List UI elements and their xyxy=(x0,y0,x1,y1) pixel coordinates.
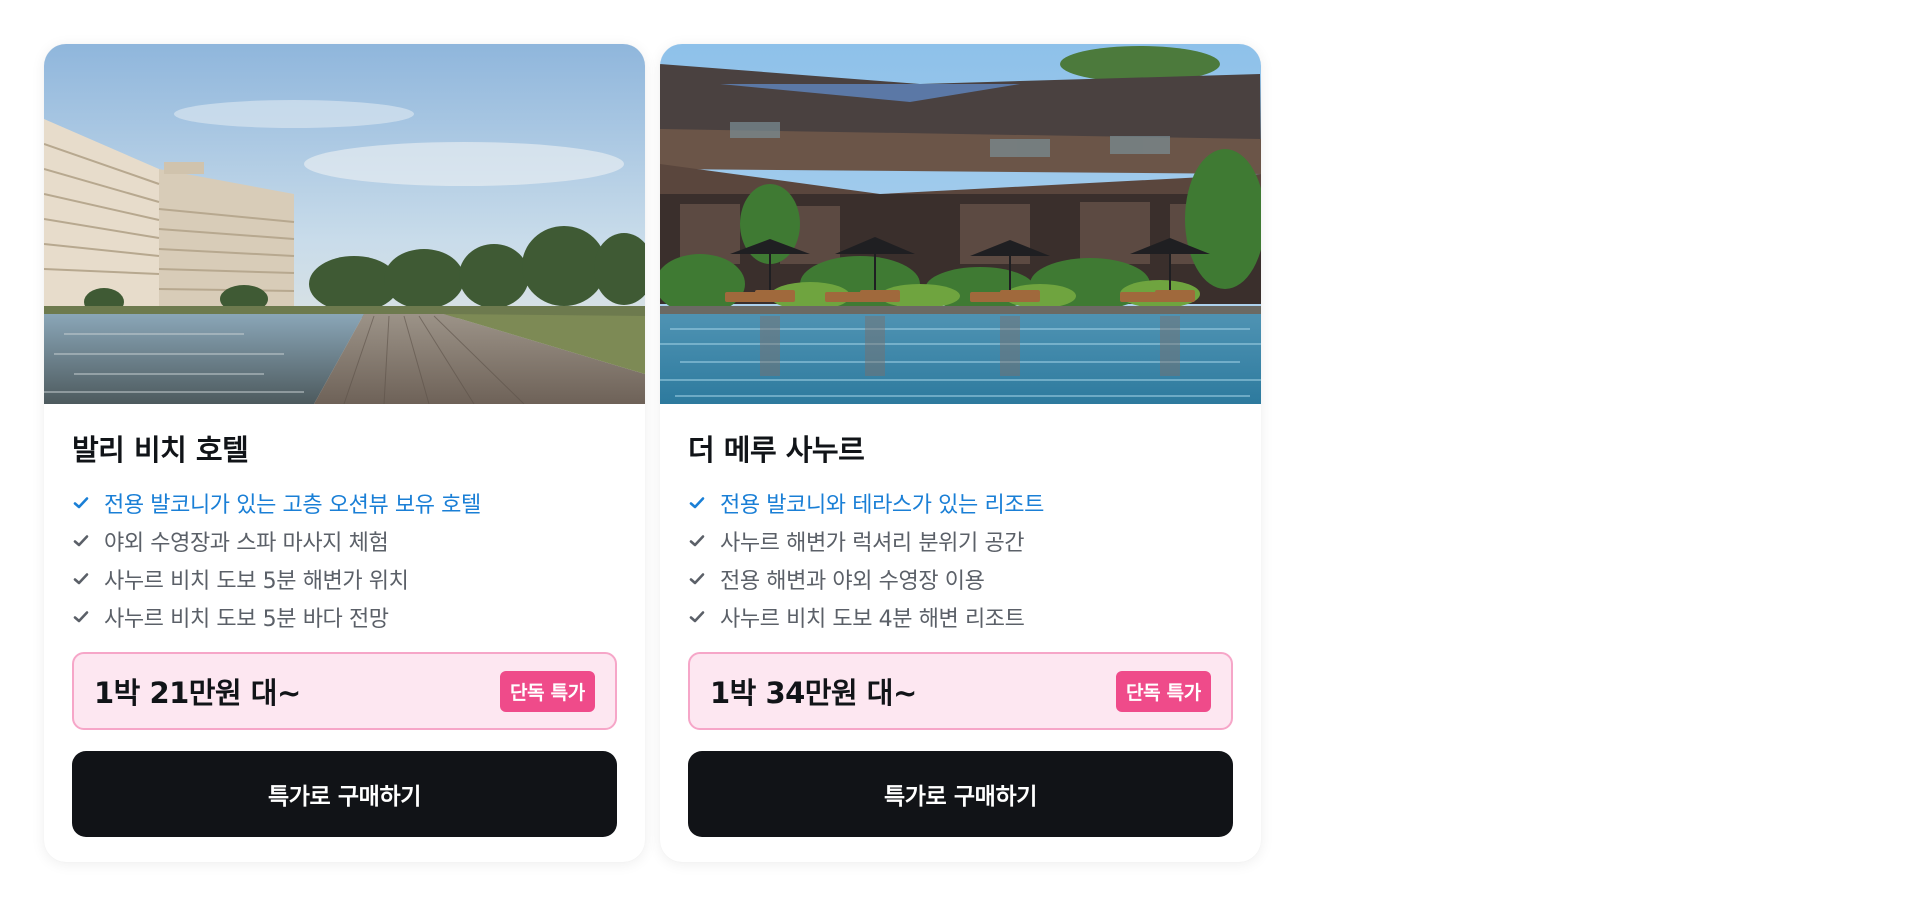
beach-hotel-photo xyxy=(44,44,645,404)
price-box: 1박 34만원 대~ 단독 특가 xyxy=(688,652,1233,730)
hotel-name: 더 메루 사누르 xyxy=(688,433,865,467)
feature-text: 사누르 해변가 럭셔리 분위기 공간 xyxy=(720,531,1025,556)
buy-deal-button[interactable]: 특가로 구매하기 xyxy=(688,751,1233,837)
hotel-photo[interactable] xyxy=(44,44,645,404)
feature-item: 사누르 비치 도보 4분 해변 리조트 xyxy=(688,598,1233,636)
check-icon xyxy=(689,535,705,547)
feature-text: 사누르 비치 도보 5분 해변가 위치 xyxy=(104,569,409,594)
feature-item: 사누르 비치 도보 5분 바다 전망 xyxy=(72,598,617,636)
feature-item: 전용 발코니와 테라스가 있는 리조트 xyxy=(688,484,1233,522)
hotel-name: 발리 비치 호텔 xyxy=(72,433,249,467)
check-icon xyxy=(689,573,705,585)
feature-item: 사누르 해변가 럭셔리 분위기 공간 xyxy=(688,522,1233,560)
feature-text: 야외 수영장과 스파 마사지 체험 xyxy=(104,531,389,556)
hotel-photo[interactable] xyxy=(660,44,1261,404)
feature-item: 사누르 비치 도보 5분 해변가 위치 xyxy=(72,560,617,598)
price-box: 1박 21만원 대~ 단독 특가 xyxy=(72,652,617,730)
buy-deal-button[interactable]: 특가로 구매하기 xyxy=(72,751,617,837)
price-text: 1박 21만원 대~ xyxy=(94,676,301,710)
resort-pool-photo xyxy=(660,44,1261,404)
feature-list: 전용 발코니가 있는 고층 오션뷰 보유 호텔 야외 수영장과 스파 마사지 체… xyxy=(72,484,617,636)
price-text: 1박 34만원 대~ xyxy=(710,676,917,710)
check-icon xyxy=(689,611,705,623)
feature-text: 전용 해변과 야외 수영장 이용 xyxy=(720,569,985,594)
feature-text: 사누르 비치 도보 5분 바다 전망 xyxy=(104,607,389,632)
hotel-card-meru-sanur[interactable]: 더 메루 사누르 전용 발코니와 테라스가 있는 리조트 사누르 해변가 럭셔리… xyxy=(660,44,1261,862)
feature-item: 전용 해변과 야외 수영장 이용 xyxy=(688,560,1233,598)
check-icon xyxy=(73,535,89,547)
check-icon xyxy=(689,497,705,509)
exclusive-deal-badge: 단독 특가 xyxy=(1115,670,1211,712)
hotel-card-list: 발리 비치 호텔 전용 발코니가 있는 고층 오션뷰 보유 호텔 야외 수영장과… xyxy=(44,44,1261,862)
hotel-card-bali-beach[interactable]: 발리 비치 호텔 전용 발코니가 있는 고층 오션뷰 보유 호텔 야외 수영장과… xyxy=(44,44,645,862)
check-icon xyxy=(73,611,89,623)
feature-item: 야외 수영장과 스파 마사지 체험 xyxy=(72,522,617,560)
feature-list: 전용 발코니와 테라스가 있는 리조트 사누르 해변가 럭셔리 분위기 공간 전… xyxy=(688,484,1233,636)
feature-item: 전용 발코니가 있는 고층 오션뷰 보유 호텔 xyxy=(72,484,617,522)
check-icon xyxy=(73,497,89,509)
exclusive-deal-badge: 단독 특가 xyxy=(499,670,595,712)
feature-text: 전용 발코니가 있는 고층 오션뷰 보유 호텔 xyxy=(104,493,481,518)
feature-text: 전용 발코니와 테라스가 있는 리조트 xyxy=(720,493,1044,518)
check-icon xyxy=(73,573,89,585)
feature-text: 사누르 비치 도보 4분 해변 리조트 xyxy=(720,607,1025,632)
